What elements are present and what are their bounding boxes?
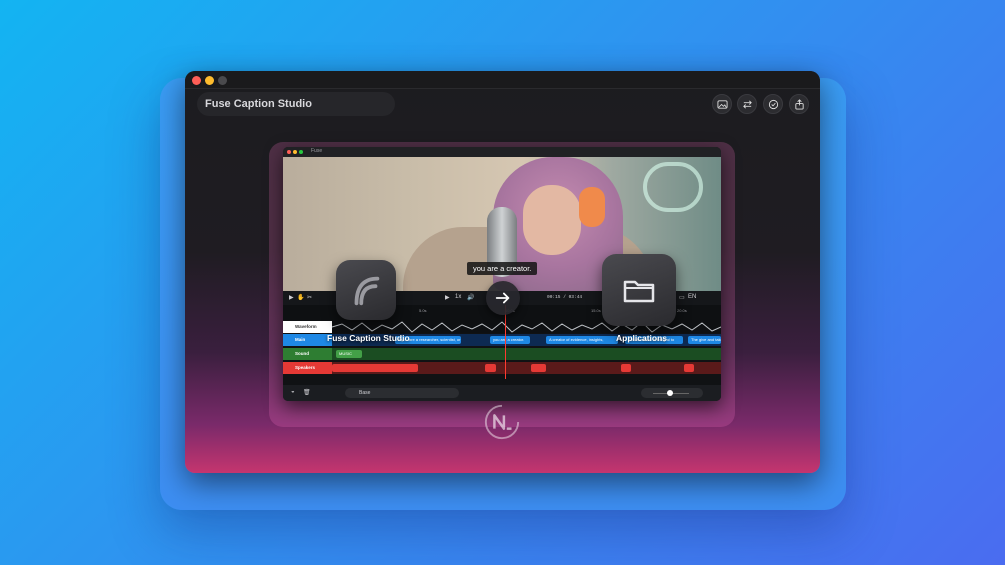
close-window-button[interactable] — [192, 76, 201, 85]
hand-tool-icon[interactable]: ✋ — [297, 294, 304, 301]
swap-button[interactable] — [737, 94, 757, 114]
preset-select[interactable]: Base — [345, 388, 459, 398]
scissors-icon[interactable]: ✂ — [307, 294, 312, 301]
verify-button[interactable] — [763, 94, 783, 114]
zoom-control[interactable] — [641, 388, 703, 398]
window-title: Fuse Caption Studio — [197, 92, 395, 116]
applications-folder-icon[interactable] — [602, 254, 676, 326]
language-label[interactable]: EN — [688, 294, 696, 300]
track-name[interactable]: Speakers — [283, 362, 332, 374]
preview-zoom-dot — [299, 150, 303, 154]
fuse-logo-icon — [354, 276, 380, 306]
track-name[interactable]: Waveform — [283, 321, 332, 333]
speed-label[interactable]: 1x — [455, 294, 461, 300]
title-bar — [185, 71, 820, 89]
video-face — [523, 185, 581, 255]
pointer-tool-icon[interactable]: ▶ — [289, 294, 294, 301]
tick-label: 5.0s — [419, 308, 427, 313]
image-icon — [716, 99, 728, 109]
arrow-right-icon — [495, 292, 510, 304]
track-name[interactable]: Sound — [283, 348, 332, 360]
timecode: 00:15 / 03:44 — [547, 295, 583, 300]
layers-icon[interactable]: ◒ — [291, 389, 295, 395]
zoom-slider-knob[interactable] — [667, 390, 673, 396]
preview-title-bar: Fuse — [283, 147, 721, 157]
speakers-track: Speakers — [283, 362, 721, 374]
trash-icon[interactable]: 🗑 — [303, 389, 311, 396]
preview-minimize-dot — [293, 150, 297, 154]
caption-overlay: you are a creator. — [467, 262, 538, 275]
preview-close-dot — [287, 150, 291, 154]
export-icon — [794, 98, 804, 110]
folder-icon — [623, 280, 655, 303]
play-icon[interactable]: ▶ — [445, 294, 450, 301]
tick-label: 15.0s — [591, 308, 601, 313]
sound-track: Sound MUSIC — [283, 348, 721, 360]
fuse-app-icon[interactable] — [336, 260, 396, 320]
zoom-window-button[interactable] — [218, 76, 227, 85]
speaker-clip[interactable] — [332, 364, 418, 372]
neon-sign — [643, 162, 703, 212]
source-app-label: Fuse Caption Studio — [327, 333, 410, 343]
swap-arrows-icon — [742, 100, 752, 108]
caption-icon[interactable]: ▭ — [679, 294, 685, 301]
bottom-toolbar: ◒ 🗑 Base — [283, 385, 721, 401]
speaker-clip[interactable] — [531, 364, 546, 372]
caption-clip[interactable]: you are a creator. — [490, 336, 530, 344]
caption-clip[interactable]: A creator of evidence, insights, — [546, 336, 618, 344]
speaker-clip[interactable] — [485, 364, 496, 372]
playhead[interactable] — [505, 305, 506, 379]
speaker-clip[interactable] — [621, 364, 631, 372]
video-headphones — [579, 187, 605, 227]
caption-clip[interactable]: The give and take — [688, 336, 721, 344]
app-window: Fuse Caption Studio Fuse you are a creat… — [185, 71, 820, 473]
minimize-window-button[interactable] — [205, 76, 214, 85]
preview-title: Fuse — [311, 148, 323, 154]
install-arrow[interactable] — [486, 281, 520, 315]
checkmark-circle-icon — [768, 99, 778, 109]
volume-icon[interactable]: 🔊 — [467, 294, 474, 301]
music-clip[interactable]: MUSIC — [336, 350, 362, 358]
destination-label: Applications — [616, 333, 668, 343]
tick-label: 20.0s — [677, 308, 687, 313]
speaker-clip[interactable] — [684, 364, 694, 372]
track-name[interactable]: Main — [283, 334, 332, 346]
export-button[interactable] — [789, 94, 809, 114]
image-button[interactable] — [712, 94, 732, 114]
n-logo-icon — [484, 404, 520, 440]
